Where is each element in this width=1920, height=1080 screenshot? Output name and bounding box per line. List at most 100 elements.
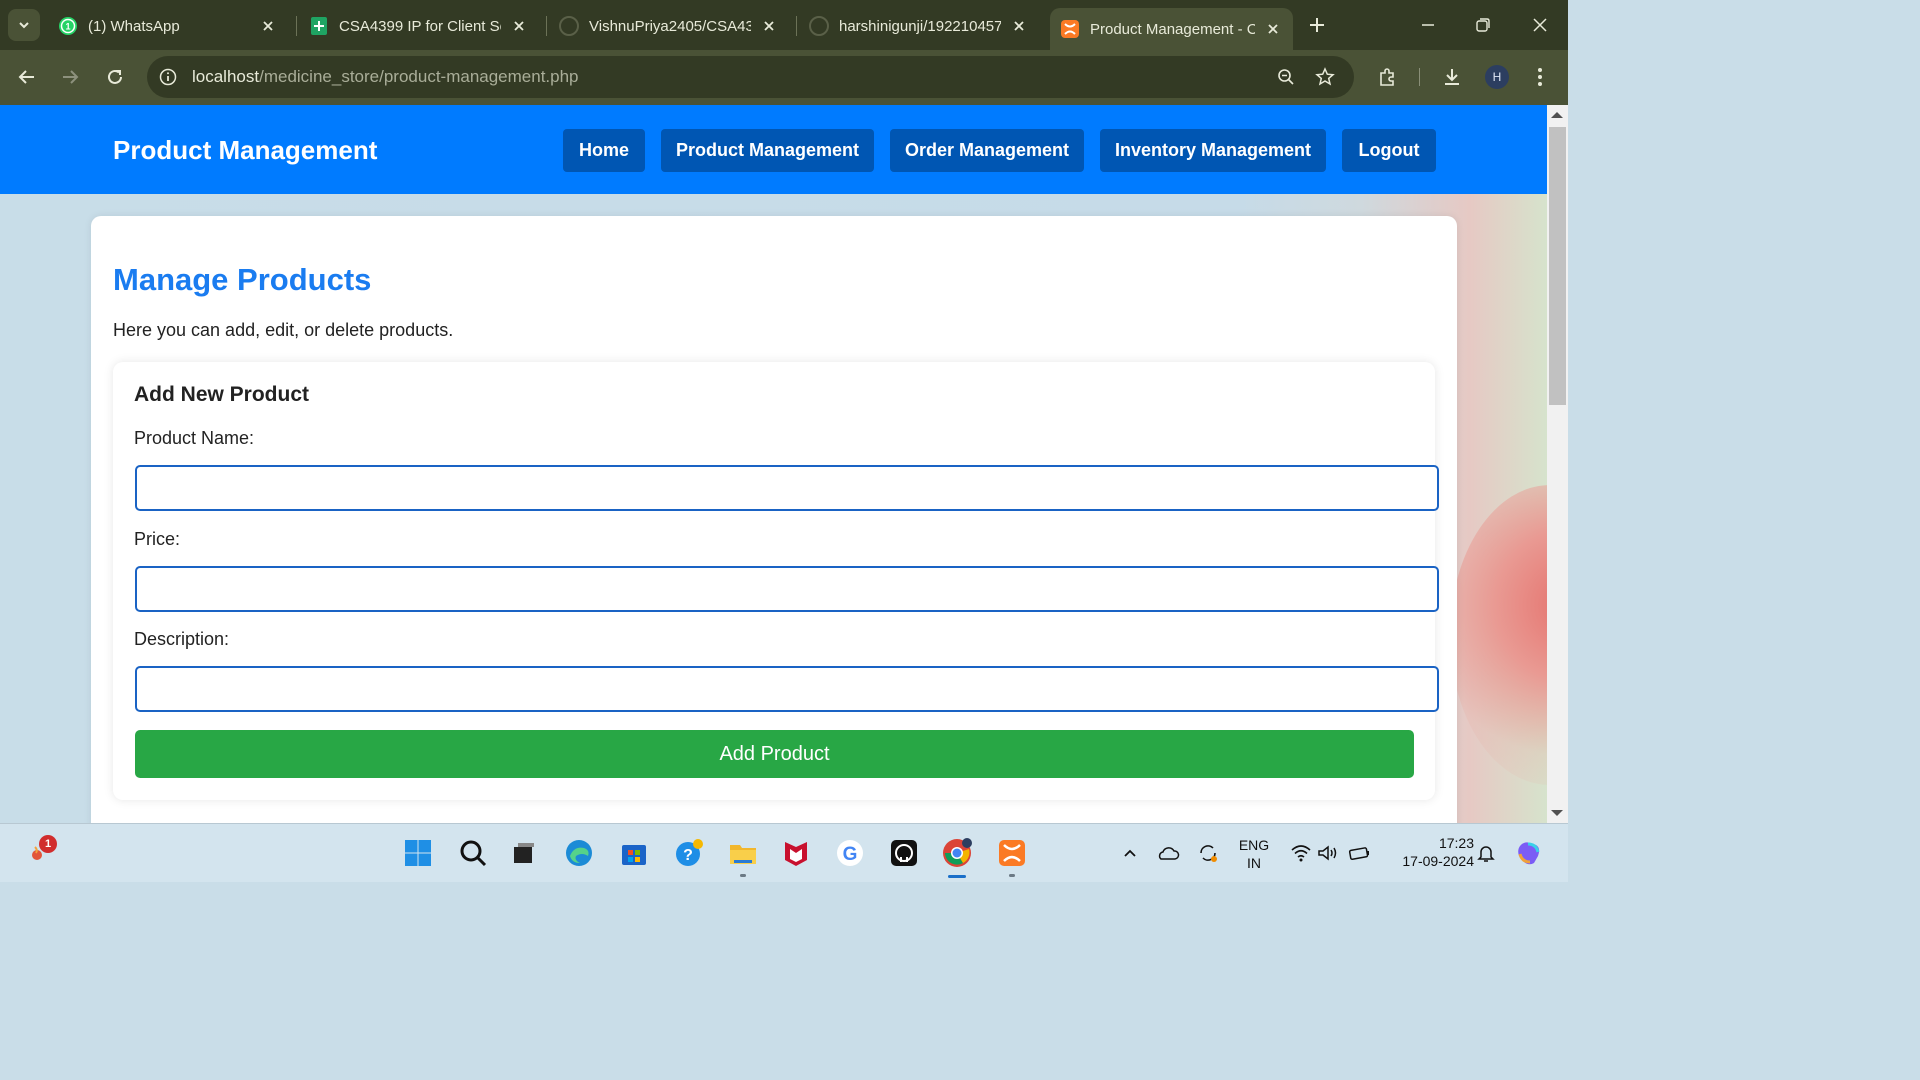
- url-path: /medicine_store/product-management.php: [259, 67, 579, 86]
- tab-github-vishnupriya[interactable]: VishnuPriya2405/CSA439: [549, 8, 789, 44]
- copilot-icon[interactable]: [1512, 836, 1546, 870]
- search-icon[interactable]: [456, 836, 490, 870]
- region-code: IN: [1247, 855, 1261, 871]
- tab-title: harshinigunji/192210457: [839, 17, 1001, 35]
- scrollbar-thumb[interactable]: [1549, 127, 1566, 405]
- active-app-indicator: [948, 875, 966, 878]
- xampp-icon: [1060, 19, 1080, 39]
- new-tab-button[interactable]: [1303, 11, 1331, 39]
- github-desktop-icon[interactable]: [887, 836, 921, 870]
- clock[interactable]: 17:23 17-09-2024: [1380, 835, 1474, 869]
- zoom-icon[interactable]: [1275, 66, 1297, 88]
- svg-text:G: G: [843, 844, 858, 865]
- add-product-button[interactable]: Add Product: [135, 730, 1414, 778]
- whatsapp-icon: 1: [58, 16, 78, 36]
- clock-time: 17:23: [1438, 835, 1474, 851]
- taskbar: 1 ? G ENG IN 17:23 17-09-2024: [0, 823, 1568, 882]
- tab-whatsapp[interactable]: 1 (1) WhatsApp: [48, 8, 288, 44]
- chevron-down-icon: [19, 22, 29, 29]
- bell-icon[interactable]: [1469, 836, 1503, 870]
- minimize-icon: [1422, 24, 1434, 26]
- arrow-right-icon: [63, 70, 79, 84]
- nav-product-management[interactable]: Product Management: [661, 129, 874, 172]
- github-icon: [559, 16, 579, 36]
- google-icon[interactable]: G: [833, 836, 867, 870]
- sheets-icon: [309, 16, 329, 36]
- chevron-up-icon[interactable]: [1113, 836, 1147, 870]
- xampp-icon[interactable]: [995, 836, 1029, 870]
- page-description: Here you can add, edit, or delete produc…: [113, 320, 454, 340]
- scroll-up-arrow-icon[interactable]: [1551, 112, 1563, 118]
- tab-title: CSA4399 IP for Client Ser: [339, 17, 501, 35]
- main-card: Manage Products Here you can add, edit, …: [91, 216, 1457, 823]
- arrow-left-icon: [18, 70, 34, 84]
- microsoft-store-icon[interactable]: [617, 836, 651, 870]
- toolbar-divider: [1419, 68, 1420, 86]
- description-input[interactable]: [135, 666, 1439, 712]
- language-indicator[interactable]: ENG IN: [1233, 837, 1275, 871]
- nav-logout[interactable]: Logout: [1342, 129, 1436, 172]
- tab-search-button[interactable]: [8, 9, 40, 41]
- sync-icon[interactable]: [1191, 836, 1225, 870]
- windows-start-icon[interactable]: [401, 836, 435, 870]
- bookmark-star-icon[interactable]: [1314, 66, 1336, 88]
- nav-order-management[interactable]: Order Management: [890, 129, 1084, 172]
- tab-title: (1) WhatsApp: [88, 17, 180, 35]
- svg-text:?: ?: [683, 847, 693, 864]
- edge-browser-icon[interactable]: [562, 836, 596, 870]
- notification-badge: 1: [39, 835, 57, 853]
- task-view-icon[interactable]: [507, 836, 541, 870]
- clock-date: 17-09-2024: [1402, 853, 1474, 869]
- forward-button[interactable]: [55, 62, 85, 92]
- url-text[interactable]: localhost/medicine_store/product-managem…: [192, 67, 579, 87]
- menu-dots-icon[interactable]: [1527, 64, 1553, 90]
- restore-button[interactable]: [1469, 11, 1497, 39]
- address-bar[interactable]: localhost/medicine_store/product-managem…: [147, 56, 1354, 98]
- tab-github-harshini[interactable]: harshinigunji/192210457: [799, 8, 1039, 44]
- scroll-down-arrow-icon[interactable]: [1551, 810, 1563, 816]
- plus-icon: [1310, 18, 1324, 32]
- chrome-icon[interactable]: [940, 836, 974, 870]
- description-label: Description:: [134, 629, 230, 649]
- site-header: Product Management Home Product Manageme…: [0, 105, 1547, 194]
- help-icon[interactable]: ?: [672, 836, 706, 870]
- volume-icon[interactable]: [1311, 836, 1345, 870]
- nav-home[interactable]: Home: [563, 129, 645, 172]
- reload-button[interactable]: [100, 62, 130, 92]
- price-input[interactable]: [135, 566, 1439, 612]
- close-icon[interactable]: [759, 16, 779, 36]
- site-info-icon[interactable]: [157, 66, 179, 88]
- reload-icon: [108, 69, 122, 84]
- running-indicator: [740, 874, 746, 877]
- download-icon[interactable]: [1439, 64, 1465, 90]
- tab-title: Product Management - C: [1090, 20, 1255, 38]
- browser-tab-bar: 1 (1) WhatsApp CSA4399 IP for Client Ser…: [0, 0, 1568, 50]
- page-scrollbar[interactable]: [1547, 105, 1568, 823]
- profile-avatar[interactable]: H: [1485, 65, 1509, 89]
- mcafee-icon[interactable]: [779, 836, 813, 870]
- close-window-button[interactable]: [1526, 11, 1554, 39]
- close-icon[interactable]: [1263, 19, 1283, 39]
- browser-toolbar: localhost/medicine_store/product-managem…: [0, 50, 1568, 105]
- language-code: ENG: [1238, 837, 1270, 853]
- tab-separator: [546, 16, 547, 36]
- close-icon: [1533, 18, 1547, 32]
- github-icon: [809, 16, 829, 36]
- site-title: Product Management: [113, 135, 378, 165]
- minimize-button[interactable]: [1414, 11, 1442, 39]
- nav-inventory-management[interactable]: Inventory Management: [1100, 129, 1326, 172]
- product-name-input[interactable]: [135, 465, 1439, 511]
- back-button[interactable]: [12, 62, 42, 92]
- onedrive-icon[interactable]: [1151, 836, 1185, 870]
- close-icon[interactable]: [1009, 16, 1029, 36]
- tab-sheets[interactable]: CSA4399 IP for Client Ser: [299, 8, 539, 44]
- price-label: Price:: [134, 529, 181, 549]
- tab-product-management[interactable]: Product Management - C: [1050, 8, 1293, 50]
- extensions-icon[interactable]: [1374, 64, 1400, 90]
- file-explorer-icon[interactable]: [726, 836, 760, 870]
- running-indicator: [1009, 874, 1015, 877]
- battery-icon[interactable]: [1342, 836, 1376, 870]
- background-decoration: [1450, 485, 1547, 785]
- close-icon[interactable]: [258, 16, 278, 36]
- close-icon[interactable]: [509, 16, 529, 36]
